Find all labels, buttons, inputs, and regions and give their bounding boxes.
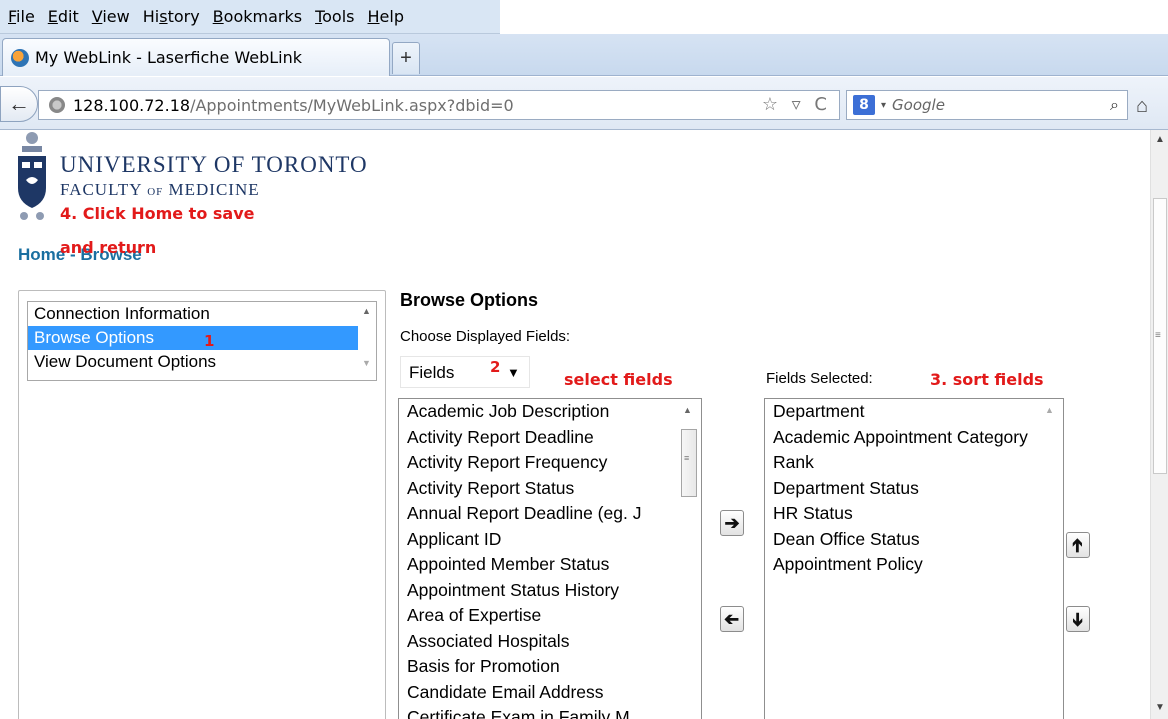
search-icon[interactable]: ⌕ [1110,95,1119,115]
search-placeholder: Google [892,96,945,114]
list-item[interactable]: Associated Hospitals [399,629,673,655]
move-field-up-button[interactable]: ➔ [1066,532,1090,558]
list-item[interactable]: Area of Expertise [399,603,673,629]
list-item[interactable]: Activity Report Status [399,476,673,502]
search-bar[interactable]: 8 ▾ Google ⌕ [846,90,1128,120]
fields-selected-label: Fields Selected: [766,370,873,387]
scroll-up-icon[interactable]: ▲ [362,306,371,316]
menu-view[interactable]: View [92,7,130,26]
move-field-down-button[interactable]: ➔ [1066,606,1090,632]
annotation-step4-line1: 4. Click Home to save [60,204,255,223]
address-bar[interactable]: 128.100.72.18/Appointments/MyWebLink.asp… [38,90,840,120]
home-button-icon[interactable]: ⌂ [1136,95,1148,118]
add-field-button[interactable]: ➔ [720,510,744,536]
list-item[interactable]: Dean Office Status [765,527,1031,553]
scrollbar-thumb[interactable] [681,429,697,497]
scroll-up-icon[interactable]: ▲ [1155,134,1165,145]
menu-bar: File Edit View History Bookmarks Tools H… [0,0,500,34]
menu-file[interactable]: File [8,7,35,26]
fields-dropdown[interactable]: Fields ▼ [400,356,530,388]
back-arrow-icon: ← [8,91,30,116]
arrow-right-icon: ➔ [724,512,740,533]
laserfiche-favicon-icon [11,48,29,67]
menu-help[interactable]: Help [368,7,404,26]
annotation-select-fields: select fields [564,370,673,389]
choose-fields-label: Choose Displayed Fields: [400,328,571,345]
option-connection-information[interactable]: Connection Information [28,302,358,326]
scroll-up-icon[interactable]: ▲ [1045,405,1054,415]
list-item[interactable]: Academic Appointment Category [765,425,1031,451]
search-engine-dropdown-icon[interactable]: ▾ [881,100,886,111]
available-fields-listbox[interactable]: Academic Job Description Activity Report… [398,398,702,719]
browser-tab[interactable]: My WebLink - Laserfiche WebLink [2,38,390,76]
site-identity-globe-icon[interactable] [49,97,65,113]
dropdown-caret-icon: ▼ [507,365,520,380]
list-item[interactable]: Appointment Policy [765,552,1031,578]
list-item[interactable]: Rank [765,450,1031,476]
navigation-bar: ← 128.100.72.18/Appointments/MyWebLink.a… [0,77,1168,130]
uoft-crest-logo [18,132,46,220]
options-listbox-scrollbar[interactable]: ▲ ▼ [358,302,376,380]
browse-options-heading: Browse Options [400,290,539,310]
web-page: UNIVERSITY OF TORONTO FACULTY OF MEDICIN… [0,130,1150,719]
annotation-step1: 1 [204,332,215,350]
url-path: /Appointments/MyWebLink.aspx?dbid=0 [190,95,514,115]
fields-dropdown-value: Fields [409,363,455,382]
arrow-down-icon: ➔ [1068,611,1089,627]
list-item[interactable]: Activity Report Deadline [399,425,673,451]
arrow-left-icon: ➔ [724,608,740,629]
options-listbox[interactable]: Connection Information Browse Options Vi… [27,301,377,381]
list-item[interactable]: Appointed Member Status [399,552,673,578]
list-item[interactable]: Candidate Email Address [399,680,673,706]
list-item[interactable]: Department Status [765,476,1031,502]
page-vertical-scrollbar[interactable]: ▲ ≡ ▼ [1150,130,1168,719]
list-item[interactable]: Appointment Status History [399,578,673,604]
selected-fields-listbox[interactable]: Department Academic Appointment Category… [764,398,1064,719]
scrollbar-grip-icon: ≡ [684,453,690,463]
new-tab-button[interactable]: + [392,42,420,74]
google-plus-search-engine-icon[interactable]: 8 [853,95,875,115]
annotation-step2: 2 [490,358,501,376]
annotation-step3: 3. sort fields [930,370,1044,389]
remove-field-button[interactable]: ➔ [720,606,744,632]
scroll-up-icon[interactable]: ▲ [683,405,692,415]
option-browse-options[interactable]: Browse Options [28,326,358,350]
university-title: UNIVERSITY OF TORONTO [60,152,368,177]
menu-history[interactable]: History [143,7,200,26]
list-item[interactable]: Annual Report Deadline (eg. J [399,501,673,527]
url-host: 128.100.72.18 [73,95,191,115]
selected-fields-scrollbar[interactable]: ▲ [1039,401,1061,719]
annotation-step4-line2: and return [60,238,157,257]
list-item[interactable]: Certificate Exam in Family M [399,705,673,719]
arrow-up-icon: ➔ [1067,537,1088,553]
menu-tools[interactable]: Tools [315,7,354,26]
list-item[interactable]: HR Status [765,501,1031,527]
list-item[interactable]: Basis for Promotion [399,654,673,680]
scroll-down-icon[interactable]: ▼ [362,358,371,368]
options-nav-panel: Connection Information Browse Options Vi… [18,290,386,719]
scroll-down-icon[interactable]: ▼ [1155,702,1165,713]
list-item[interactable]: Department [765,399,1031,425]
list-item[interactable]: Academic Job Description [399,399,673,425]
tab-title: My WebLink - Laserfiche WebLink [35,48,303,67]
bookmark-star-reload-icons[interactable]: ☆ ▿ C [762,94,831,115]
list-item[interactable]: Activity Report Frequency [399,450,673,476]
list-item[interactable]: Applicant ID [399,527,673,553]
menu-edit[interactable]: Edit [48,7,79,26]
available-fields-scrollbar[interactable]: ▲ ≡ [677,401,699,719]
scrollbar-grip-icon: ≡ [1155,330,1161,341]
tab-strip: My WebLink - Laserfiche WebLink + [0,34,1168,76]
faculty-title: FACULTY OF MEDICINE [60,180,260,199]
option-view-document-options[interactable]: View Document Options [28,350,358,374]
back-button[interactable]: ← [0,86,38,122]
menu-bookmarks[interactable]: Bookmarks [213,7,302,26]
breadcrumb-home-link[interactable]: Home [18,245,65,264]
